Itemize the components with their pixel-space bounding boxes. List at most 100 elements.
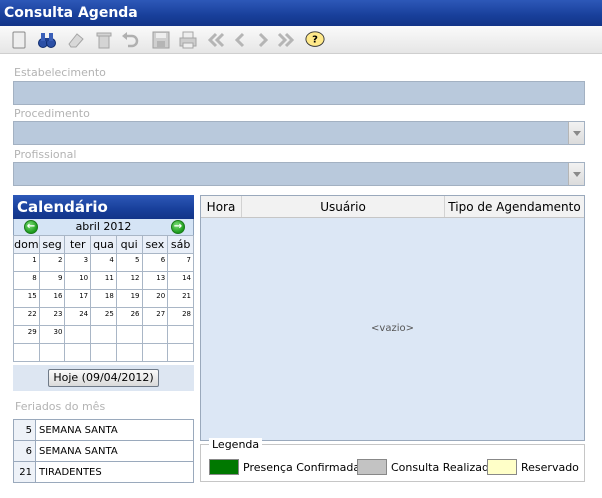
- holidays-label: Feriados do mês: [15, 400, 106, 413]
- legend-item: Presença Confirmada: [209, 459, 360, 475]
- holiday-day: 5: [13, 419, 36, 441]
- column-header-tipo[interactable]: Tipo de Agendamento: [445, 196, 584, 217]
- delete-button[interactable]: [94, 30, 114, 50]
- weekday-header: qui: [115, 235, 143, 254]
- undo-icon: [122, 32, 139, 48]
- grid-empty-message: <vazio>: [371, 323, 414, 334]
- next-button[interactable]: [253, 30, 273, 50]
- procedimento-label: Procedimento: [14, 107, 90, 120]
- calendar-day: [141, 343, 169, 362]
- holiday-name: SEMANA SANTA: [35, 419, 194, 441]
- procedimento-select[interactable]: [13, 121, 585, 145]
- next-icon: [258, 32, 269, 48]
- calendar-day[interactable]: 13: [141, 271, 169, 290]
- calendar-day[interactable]: 9: [38, 271, 66, 290]
- calendar-day: [38, 343, 66, 362]
- arrow-right-icon: →: [173, 221, 183, 232]
- calendar-day[interactable]: 10: [64, 271, 92, 290]
- search-button[interactable]: [37, 30, 57, 50]
- save-icon: [152, 31, 170, 49]
- calendar-footer: Hoje (09/04/2012): [13, 365, 194, 391]
- calendar-day[interactable]: 20: [141, 289, 169, 308]
- profissional-select[interactable]: [13, 162, 585, 186]
- undo-button[interactable]: [120, 30, 140, 50]
- next-month-button[interactable]: →: [171, 220, 185, 234]
- chevron-down-icon: [572, 171, 581, 177]
- legend-label: Presença Confirmada: [243, 460, 361, 474]
- calendar-day[interactable]: 28: [167, 307, 194, 326]
- trash-icon: [96, 32, 112, 49]
- help-icon: ?: [305, 31, 325, 47]
- profissional-dropdown-button[interactable]: [568, 163, 584, 185]
- calendar-day[interactable]: 4: [90, 253, 117, 272]
- calendar-day[interactable]: 22: [13, 307, 40, 326]
- weekday-header: qua: [90, 235, 117, 254]
- calendar-day[interactable]: 3: [64, 253, 92, 272]
- calendar-day: [90, 343, 117, 362]
- holiday-row[interactable]: 6 SEMANA SANTA: [13, 440, 194, 462]
- calendar-day[interactable]: 30: [38, 325, 66, 344]
- profissional-label: Profissional: [14, 148, 77, 161]
- calendar-day[interactable]: 21: [167, 289, 194, 308]
- calendar-day: [141, 325, 169, 344]
- calendar-day[interactable]: 24: [64, 307, 92, 326]
- save-button[interactable]: [151, 30, 171, 50]
- calendar-day[interactable]: 23: [38, 307, 66, 326]
- print-button[interactable]: [178, 30, 198, 50]
- calendar-day[interactable]: 7: [167, 253, 194, 272]
- last-button[interactable]: [276, 30, 296, 50]
- calendar-day[interactable]: 27: [141, 307, 169, 326]
- previous-month-button[interactable]: ←: [24, 220, 38, 234]
- weekday-header: ter: [64, 235, 92, 254]
- previous-button[interactable]: [230, 30, 250, 50]
- calendar-day[interactable]: 12: [115, 271, 143, 290]
- window-title: Consulta Agenda: [0, 0, 602, 26]
- column-header-usuario[interactable]: Usuário: [242, 196, 445, 217]
- appointments-grid: Hora Usuário Tipo de Agendamento <vazio>: [200, 195, 585, 441]
- holiday-row[interactable]: 21 TIRADENTES: [13, 461, 194, 483]
- calendar-day[interactable]: 1: [13, 253, 40, 272]
- calendar-day: [13, 343, 40, 362]
- holidays-table: 5 SEMANA SANTA 6 SEMANA SANTA 21 TIRADEN…: [13, 419, 194, 483]
- eraser-icon: [68, 33, 84, 48]
- arrow-left-icon: ←: [26, 221, 36, 232]
- column-header-hora[interactable]: Hora: [201, 196, 242, 217]
- calendar-day[interactable]: 15: [13, 289, 40, 308]
- legend-label: Reservado: [521, 460, 579, 474]
- calendar-day: [167, 343, 194, 362]
- grid-header: Hora Usuário Tipo de Agendamento: [201, 196, 584, 218]
- calendar-day[interactable]: 19: [115, 289, 143, 308]
- calendar-day[interactable]: 5: [115, 253, 143, 272]
- calendar-day[interactable]: 2: [38, 253, 66, 272]
- calendar-day[interactable]: 29: [13, 325, 40, 344]
- calendar-day[interactable]: 18: [90, 289, 117, 308]
- holiday-row[interactable]: 5 SEMANA SANTA: [13, 419, 194, 441]
- calendar-day[interactable]: 16: [38, 289, 66, 308]
- estabelecimento-label: Estabelecimento: [14, 66, 106, 79]
- legend-swatch: [209, 459, 239, 475]
- last-icon: [277, 32, 295, 48]
- calendar-day[interactable]: 26: [115, 307, 143, 326]
- weekday-header: seg: [38, 235, 66, 254]
- calendar-day[interactable]: 14: [167, 271, 194, 290]
- weekday-header: sáb: [167, 235, 194, 254]
- calendar-day[interactable]: 11: [90, 271, 117, 290]
- calendar-day[interactable]: 6: [141, 253, 169, 272]
- calendar-day[interactable]: 25: [90, 307, 117, 326]
- procedimento-dropdown-button[interactable]: [568, 122, 584, 144]
- calendar-day[interactable]: 8: [13, 271, 40, 290]
- first-button[interactable]: [206, 30, 226, 50]
- calendar-day[interactable]: 17: [64, 289, 92, 308]
- today-button[interactable]: Hoje (09/04/2012): [48, 369, 159, 387]
- calendar-month-bar: ← abril 2012 →: [13, 219, 194, 235]
- calendar-day: [167, 325, 194, 344]
- new-icon: [12, 31, 26, 49]
- legend-label: Consulta Realizada: [391, 460, 496, 474]
- calendar-grid: dom seg ter qua qui sex sáb 1 2 3 4 5 6 …: [13, 235, 194, 362]
- legend-item: Consulta Realizada: [357, 459, 496, 475]
- clear-button[interactable]: [66, 30, 86, 50]
- estabelecimento-field[interactable]: [13, 81, 585, 105]
- calendar-day: [115, 343, 143, 362]
- new-button[interactable]: [9, 30, 29, 50]
- help-button[interactable]: ?: [304, 30, 326, 50]
